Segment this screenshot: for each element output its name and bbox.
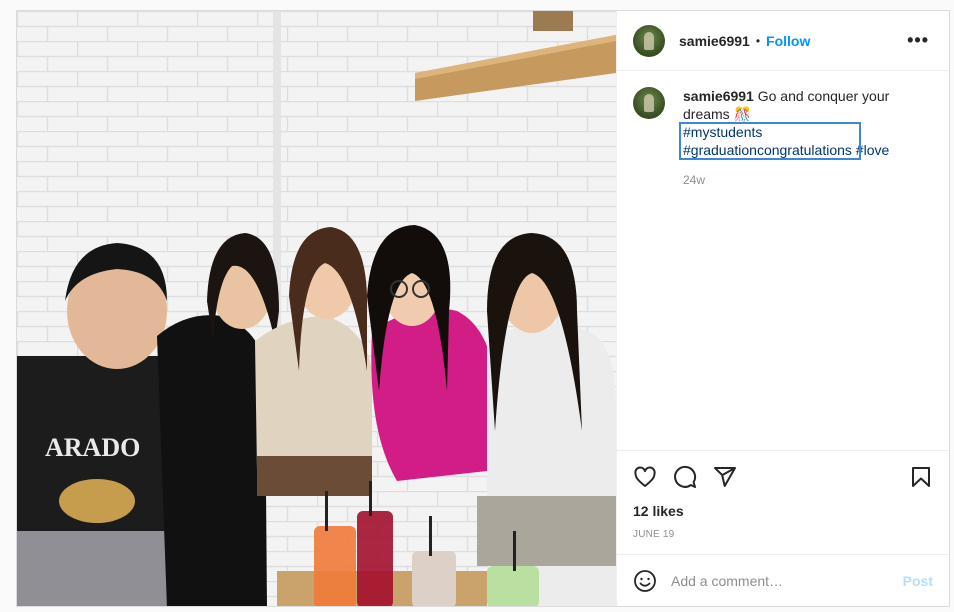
post-header: samie6991 • Follow ••• <box>617 11 949 71</box>
caption-time[interactable]: 24w <box>683 171 903 189</box>
hashtag-love[interactable]: #love <box>856 142 889 158</box>
likes-count[interactable]: 12 likes <box>633 503 933 519</box>
share-icon[interactable] <box>713 465 737 489</box>
heart-icon[interactable] <box>633 465 657 489</box>
post-photo[interactable]: ARADO <box>17 11 616 606</box>
header-username[interactable]: samie6991 <box>679 33 750 49</box>
follow-button[interactable]: Follow <box>766 33 810 49</box>
caption-avatar[interactable] <box>633 87 665 119</box>
hashtag-graduationcongratulations[interactable]: #graduationcongratulations <box>683 142 852 158</box>
action-icons <box>633 457 933 497</box>
comments-section: samie6991 Go and conquer your dreams 🎊 #… <box>617 71 949 450</box>
svg-text:ARADO: ARADO <box>45 433 140 462</box>
comment-icon[interactable] <box>673 465 697 489</box>
hashtag-mystudents[interactable]: #mystudents <box>683 124 762 140</box>
post-date: JUNE 19 <box>633 529 675 540</box>
post-comment-button[interactable]: Post <box>903 573 933 589</box>
group-photo-illustration: ARADO <box>17 11 616 606</box>
comment-bar: Post <box>617 554 949 606</box>
more-options-icon[interactable]: ••• <box>903 30 933 51</box>
bookmark-icon[interactable] <box>909 465 933 489</box>
post-side-panel: samie6991 • Follow ••• samie6991 Go and … <box>616 11 949 606</box>
emoji-icon[interactable] <box>633 569 657 593</box>
caption: samie6991 Go and conquer your dreams 🎊 #… <box>633 87 933 189</box>
user-avatar[interactable] <box>633 24 665 57</box>
caption-body: samie6991 Go and conquer your dreams 🎊 #… <box>679 87 903 189</box>
post-card: ARADO samie6991 • Follow ••• samie6991 G… <box>16 10 950 607</box>
separator-dot: • <box>755 33 761 48</box>
actions-section: 12 likes JUNE 19 <box>617 450 949 554</box>
comment-input[interactable] <box>671 572 903 589</box>
caption-username[interactable]: samie6991 <box>683 88 754 104</box>
